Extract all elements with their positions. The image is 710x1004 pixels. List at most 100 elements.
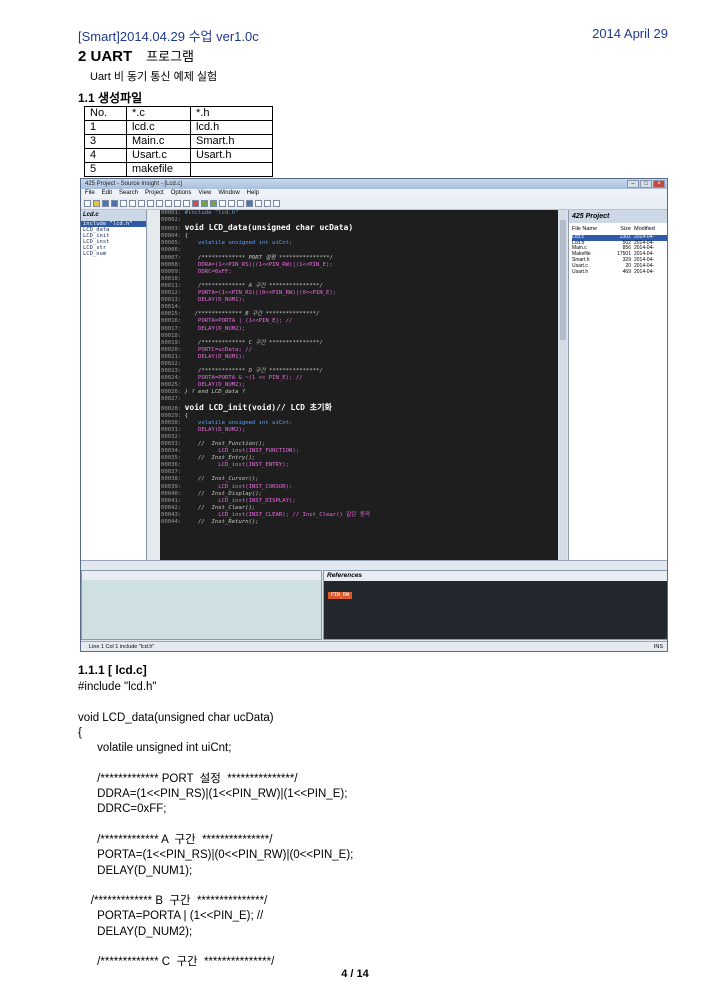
project-window-icon[interactable] [237,200,244,207]
undo-icon[interactable] [156,200,163,207]
header-title: [Smart]2014.04.29 수업 ver1.0c [78,29,259,44]
section-title-ko: 프로그램 [146,49,195,64]
symbol-window-icon[interactable] [228,200,235,207]
print-icon[interactable] [120,200,127,207]
menu-window[interactable]: Window [218,189,239,198]
code-line-text: // Inst_Clear(); [184,504,256,511]
bookmark-icon[interactable] [192,200,199,207]
line-number: 00022: [161,360,185,367]
file-row[interactable]: Usart.h 469 2014-04- [572,268,667,276]
close-button[interactable]: × [653,180,665,188]
menu-file[interactable]: File [85,189,95,198]
code-line-text: PORTA=PORTA & ~(1 << PIN_E); // [184,375,303,382]
symbol-item[interactable]: LCD_num [81,251,146,257]
code-line-text: DELAY(D_NUM2); [184,325,246,332]
menu-help[interactable]: Help [247,189,259,198]
file-list-header: File Name Size Modified [572,226,667,233]
new-file-icon[interactable] [84,200,91,207]
code-line: 00023: /************* D 구간 *************… [161,368,370,375]
column-header[interactable]: File Name [572,226,616,233]
file-table: No. *.c *.h 1 lcd.c lcd.h 3 Main.c Smart… [84,106,273,177]
code-line: 00032: [161,434,370,441]
back-icon[interactable] [201,200,208,207]
relation-window-icon[interactable] [246,200,253,207]
line-number: 00025: [161,382,185,389]
settings-icon[interactable] [273,200,280,207]
code-line: 00029: { [161,413,370,420]
line-number: 00041: [161,497,185,504]
table-cell [190,162,273,177]
table-row: 3 Main.c Smart.h [84,134,273,149]
pane-toolbar [81,560,667,570]
maximize-button[interactable]: □ [640,180,652,188]
body-code: #include "lcd.h" void LCD_data(unsigned c… [78,680,353,971]
replace-icon[interactable] [183,200,190,207]
table-cell: 3 [84,134,127,149]
code-line-text: LCD_inst(INST_CURSOR); [184,483,293,490]
line-number: 00011: [161,282,185,289]
symbol-pane-title: Lcd.c [81,210,146,221]
code-line: 00038: // Inst_Cursor(); [161,476,370,483]
menu-edit[interactable]: Edit [102,189,112,198]
ide-toolbar [81,198,667,210]
code-line: 00020: PORTC=ucData; // [161,347,370,354]
code-line-text: PORTA=PORTA | (1<<PIN_E); // [184,318,293,325]
cut-icon[interactable] [129,200,136,207]
layout-icon[interactable] [264,200,271,207]
code-line: { [78,726,82,739]
save-all-icon[interactable] [111,200,118,207]
code-line: 00036: LCD_inst(INST_ENTRY); [161,462,370,469]
save-icon[interactable] [102,200,109,207]
line-number: 00019: [161,339,185,346]
code-line: 00006: [161,247,370,254]
minimize-button[interactable]: – [627,180,639,188]
search-icon[interactable] [174,200,181,207]
paste-icon[interactable] [147,200,154,207]
line-number: 00010: [161,275,185,282]
code-editor[interactable]: 00001: #include "lcd.h" 00002: 00003: voi… [148,210,558,560]
code-line-text: PORTA=(1<<PIN_RS)|(0<<PIN_RW)|(0<<PIN_E)… [184,290,337,297]
code-line: 00041: LCD_inst(INST_DISPLAY); [161,498,370,505]
references-title: References [324,571,667,581]
line-number: 00037: [161,469,185,476]
jump-icon[interactable] [219,200,226,207]
code-line: 00011: /************* A 구간 *************… [161,283,370,290]
line-number: 00007: [161,254,185,261]
column-header[interactable]: Modified [634,226,664,233]
menu-search[interactable]: Search [119,189,138,198]
column-header[interactable]: Size [616,226,634,233]
line-number: 00015: [161,311,185,318]
open-folder-icon[interactable] [93,200,100,207]
line-number: 00003: [161,226,185,233]
code-line: 00035: // Inst_Entry(); [161,455,370,462]
code-line-text: DELAY(D_NUM1); [184,353,246,360]
code-line-text: void LCD_init(void)// LCD 초기화 [184,402,332,412]
line-number: 00034: [161,448,185,455]
context-window-icon[interactable] [255,200,262,207]
reference-item[interactable]: PIN_RW [328,592,353,599]
redo-icon[interactable] [165,200,172,207]
context-pane [81,570,322,640]
menu-view[interactable]: View [198,189,211,198]
status-mode: INS [653,644,663,650]
table-header-cell: *.h [190,106,273,121]
code-line: 00031: DELAY(D_NUM2); [161,427,370,434]
line-number: 00032: [161,433,185,440]
copy-icon[interactable] [138,200,145,207]
code-line: PORTA=(1<<PIN_RS)|(0<<PIN_RW)|(0<<PIN_E)… [78,849,354,862]
file-list: File Name Size Modified Lcd.c 2301 2014-04… [569,226,667,276]
line-number: 00014: [161,304,185,311]
table-cell: Main.c [126,134,191,149]
scrollbar-thumb[interactable] [560,220,566,340]
file-modified: 2014-04- [634,268,655,275]
code-line-text: /************* C 구간 ***************/ [184,339,323,346]
menu-project[interactable]: Project [145,189,164,198]
editor-scrollbar[interactable] [559,210,567,560]
code-line: void LCD_data(unsigned char ucData) [78,711,274,724]
code-line-text: // Inst_Return(); [184,519,259,526]
menu-options[interactable]: Options [171,189,192,198]
table-header-cell: No. [84,106,127,121]
forward-icon[interactable] [210,200,217,207]
